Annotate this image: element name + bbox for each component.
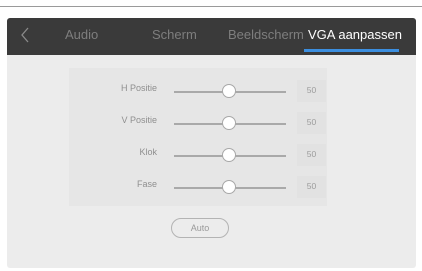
vga-settings-screen: Audio Scherm Beeldscherm VGA aanpassen H…: [7, 18, 416, 268]
chevron-left-icon: [21, 27, 29, 43]
slider-label: V Positie: [121, 115, 157, 125]
active-tab-indicator: [304, 49, 399, 52]
slider-thumb[interactable]: [222, 180, 236, 194]
slider-value-box: 50: [297, 112, 326, 134]
slider-row-h-positie: H Positie 50: [69, 80, 327, 102]
slider-row-v-positie: V Positie 50: [69, 112, 327, 134]
slider-label: H Positie: [120, 83, 157, 93]
slider-value: 50: [306, 85, 317, 95]
slider-value: 50: [306, 181, 317, 191]
v-positie-slider[interactable]: [174, 116, 286, 130]
slider-value: 50: [306, 149, 317, 159]
vga-settings-panel: H Positie 50 V Positie 50 Klok 50 Fase 5…: [69, 68, 327, 206]
slider-value: 50: [306, 117, 317, 127]
slider-thumb[interactable]: [222, 84, 236, 98]
slider-value-box: 50: [297, 144, 326, 166]
top-divider: [0, 6, 422, 7]
tab-audio[interactable]: Audio: [65, 18, 98, 55]
tab-beeldscherm[interactable]: Beeldscherm: [228, 18, 304, 55]
slider-thumb[interactable]: [222, 148, 236, 162]
tab-scherm[interactable]: Scherm: [152, 18, 197, 55]
slider-label: Klok: [139, 147, 157, 157]
tab-bar: Audio Scherm Beeldscherm VGA aanpassen: [7, 18, 416, 55]
fase-slider[interactable]: [174, 180, 286, 194]
slider-value-box: 50: [297, 176, 326, 198]
slider-value-box: 50: [297, 80, 326, 102]
h-positie-slider[interactable]: [174, 84, 286, 98]
back-button[interactable]: [17, 24, 33, 46]
klok-slider[interactable]: [174, 148, 286, 162]
slider-row-klok: Klok 50: [69, 144, 327, 166]
slider-label: Fase: [136, 179, 157, 189]
slider-row-fase: Fase 50: [69, 176, 327, 198]
auto-button[interactable]: Auto: [171, 218, 229, 238]
slider-thumb[interactable]: [222, 116, 236, 130]
